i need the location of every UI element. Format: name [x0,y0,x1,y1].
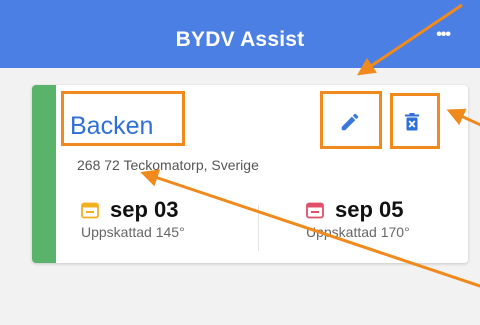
field-address: 268 72 Teckomatorp, Sverige [77,157,259,173]
highlight-box-edit [320,91,382,149]
date-value: sep 05 [335,197,404,222]
card-accent-bar [32,85,56,263]
calendar-icon [306,202,324,219]
date-value: sep 03 [110,197,179,222]
calendar-icon [81,202,99,219]
app-title: BYDV Assist [175,28,305,51]
highlight-box-delete [390,93,440,149]
highlight-box-title [61,91,185,146]
more-options-icon[interactable]: ••• [436,27,451,44]
date-block-second: sep 05 Uppskattad 170° [305,197,410,240]
date-block-first: sep 03 Uppskattad 145° [80,197,185,240]
date-estimate: Uppskattad 145° [81,224,185,240]
date-estimate: Uppskattad 170° [306,224,410,240]
date-divider [258,205,259,251]
app-header: BYDV Assist ••• [0,0,480,68]
